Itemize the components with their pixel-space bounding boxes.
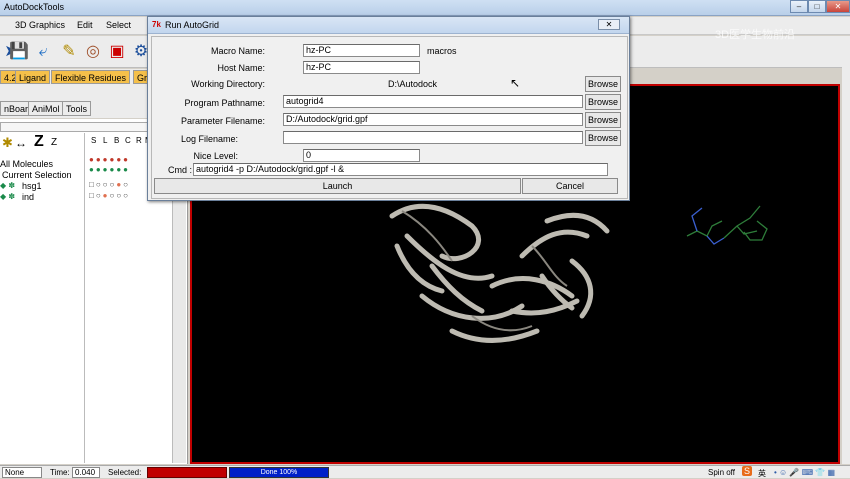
host-name-field[interactable]: hz-PC	[303, 61, 420, 74]
macro-name-label: Macro Name:	[210, 46, 265, 56]
progress-bar: Done 100%	[229, 467, 329, 478]
nice-level-label: Nice Level:	[193, 151, 238, 161]
minimize-button[interactable]: –	[790, 0, 808, 13]
molecule-icon: ◆ ✽	[0, 181, 16, 190]
run-autogrid-dialog: 7k Run AutoGrid ✕ Macro Name: hz-PC macr…	[147, 16, 630, 201]
working-directory-value: D:\Autodock	[388, 79, 438, 89]
undo-icon[interactable]: ⤶	[32, 41, 54, 63]
dialog-titlebar: 7k Run AutoGrid ✕	[148, 17, 629, 34]
macros-suffix: macros	[427, 46, 457, 56]
window-titlebar: AutoDockTools – □ ✕	[0, 0, 850, 16]
program-pathname-label: Program Pathname:	[184, 98, 265, 108]
target-icon[interactable]: ◎	[82, 41, 104, 63]
tab-animol[interactable]: AniMol	[28, 101, 64, 116]
spin-status: Spin off	[708, 468, 735, 477]
time-label: Time:	[50, 468, 70, 477]
mouse-cursor-icon: ↖	[510, 76, 521, 90]
ime-logo-icon: S	[742, 466, 753, 476]
dialog-title: Run AutoGrid	[165, 20, 220, 30]
col-header-l: L	[103, 136, 108, 145]
selected-label: Selected:	[108, 468, 142, 477]
log-filename-field[interactable]	[283, 131, 583, 144]
molecule-hsg1[interactable]: hsg1	[22, 181, 42, 191]
program-pathname-field[interactable]: autogrid4	[283, 95, 583, 108]
menu-3d-graphics[interactable]: 3D Graphics	[15, 20, 65, 30]
ligand-structure	[686, 205, 768, 245]
time-value: 0.040	[72, 467, 100, 478]
menu-select[interactable]: Select	[106, 20, 131, 30]
col-header-c: C	[125, 136, 131, 145]
selected-indicator	[147, 467, 227, 478]
select-icon[interactable]: ▣	[106, 41, 128, 63]
browse-working-directory-button[interactable]: Browse	[585, 76, 621, 92]
browse-log-button[interactable]: Browse	[585, 130, 621, 146]
progress-fill: Done 100%	[230, 468, 328, 477]
tab-ligand[interactable]: Ligand	[15, 70, 51, 84]
z-order-tool-icon[interactable]: Z	[34, 133, 44, 151]
col-header-s: S	[91, 136, 97, 145]
working-directory-label: Working Directory:	[191, 79, 265, 89]
dot-matrix-row[interactable]: □○○○●○	[89, 180, 130, 189]
cmd-field[interactable]: autogrid4 -p D:/Autodock/grid.gpf -l &	[193, 163, 608, 176]
maximize-button[interactable]: □	[808, 0, 826, 13]
dialog-close-button[interactable]: ✕	[598, 19, 620, 30]
status-bar: None Time: 0.040 Selected: Done 100% Spi…	[0, 465, 850, 478]
browse-parameter-button[interactable]: Browse	[585, 112, 621, 128]
browse-program-button[interactable]: Browse	[585, 94, 621, 110]
z-small-tool-icon[interactable]: Z	[51, 137, 57, 148]
save-icon[interactable]: 💾	[8, 41, 30, 63]
col-header-r: R	[136, 136, 142, 145]
pencil-icon[interactable]: ✎	[58, 41, 80, 63]
current-selection-item[interactable]: Current Selection	[2, 170, 72, 180]
cancel-button[interactable]: Cancel	[522, 178, 618, 194]
parameter-filename-label: Parameter Filename:	[180, 116, 265, 126]
all-molecules-item[interactable]: All Molecules	[0, 159, 53, 169]
molecule-ind[interactable]: ind	[22, 192, 34, 202]
tab-flexible-residues[interactable]: Flexible Residues	[51, 70, 131, 84]
col-header-b: B	[114, 136, 120, 145]
launch-button[interactable]: Launch	[154, 178, 521, 194]
pencil-tool-icon[interactable]: ✱	[2, 135, 13, 151]
ime-language[interactable]: 英	[758, 468, 766, 479]
macro-name-field[interactable]: hz-PC	[303, 44, 420, 57]
tk-logo-icon: 7k	[152, 20, 161, 29]
video-watermark: 3D医学生物前沿	[715, 29, 796, 41]
dot-matrix-row[interactable]: □○●○○○	[89, 191, 130, 200]
parameter-filename-field[interactable]: D:/Autodock/grid.gpf	[283, 113, 583, 126]
dot-matrix-row[interactable]: ●●●●●●	[89, 165, 130, 174]
picking-mode-field[interactable]: None	[2, 467, 42, 478]
dot-matrix-row[interactable]: ●●●●●●	[89, 155, 130, 164]
host-name-label: Host Name:	[217, 63, 265, 73]
log-filename-label: Log Filename:	[180, 134, 238, 144]
cmd-label: Cmd :	[168, 165, 193, 175]
close-window-button[interactable]: ✕	[826, 0, 850, 13]
column-divider	[84, 133, 85, 463]
menu-edit[interactable]: Edit	[77, 20, 93, 30]
molecule-icon: ◆ ✽	[0, 192, 16, 201]
right-scroll-strip	[842, 36, 850, 464]
app-title: AutoDockTools	[4, 2, 65, 12]
nice-level-field[interactable]: 0	[303, 149, 420, 162]
ime-tray-icons[interactable]: • ☺ 🎤 ⌨ 👕 ▦	[774, 468, 835, 477]
center-tool-icon[interactable]: ↔	[15, 136, 27, 150]
tab-tools[interactable]: Tools	[62, 101, 92, 116]
